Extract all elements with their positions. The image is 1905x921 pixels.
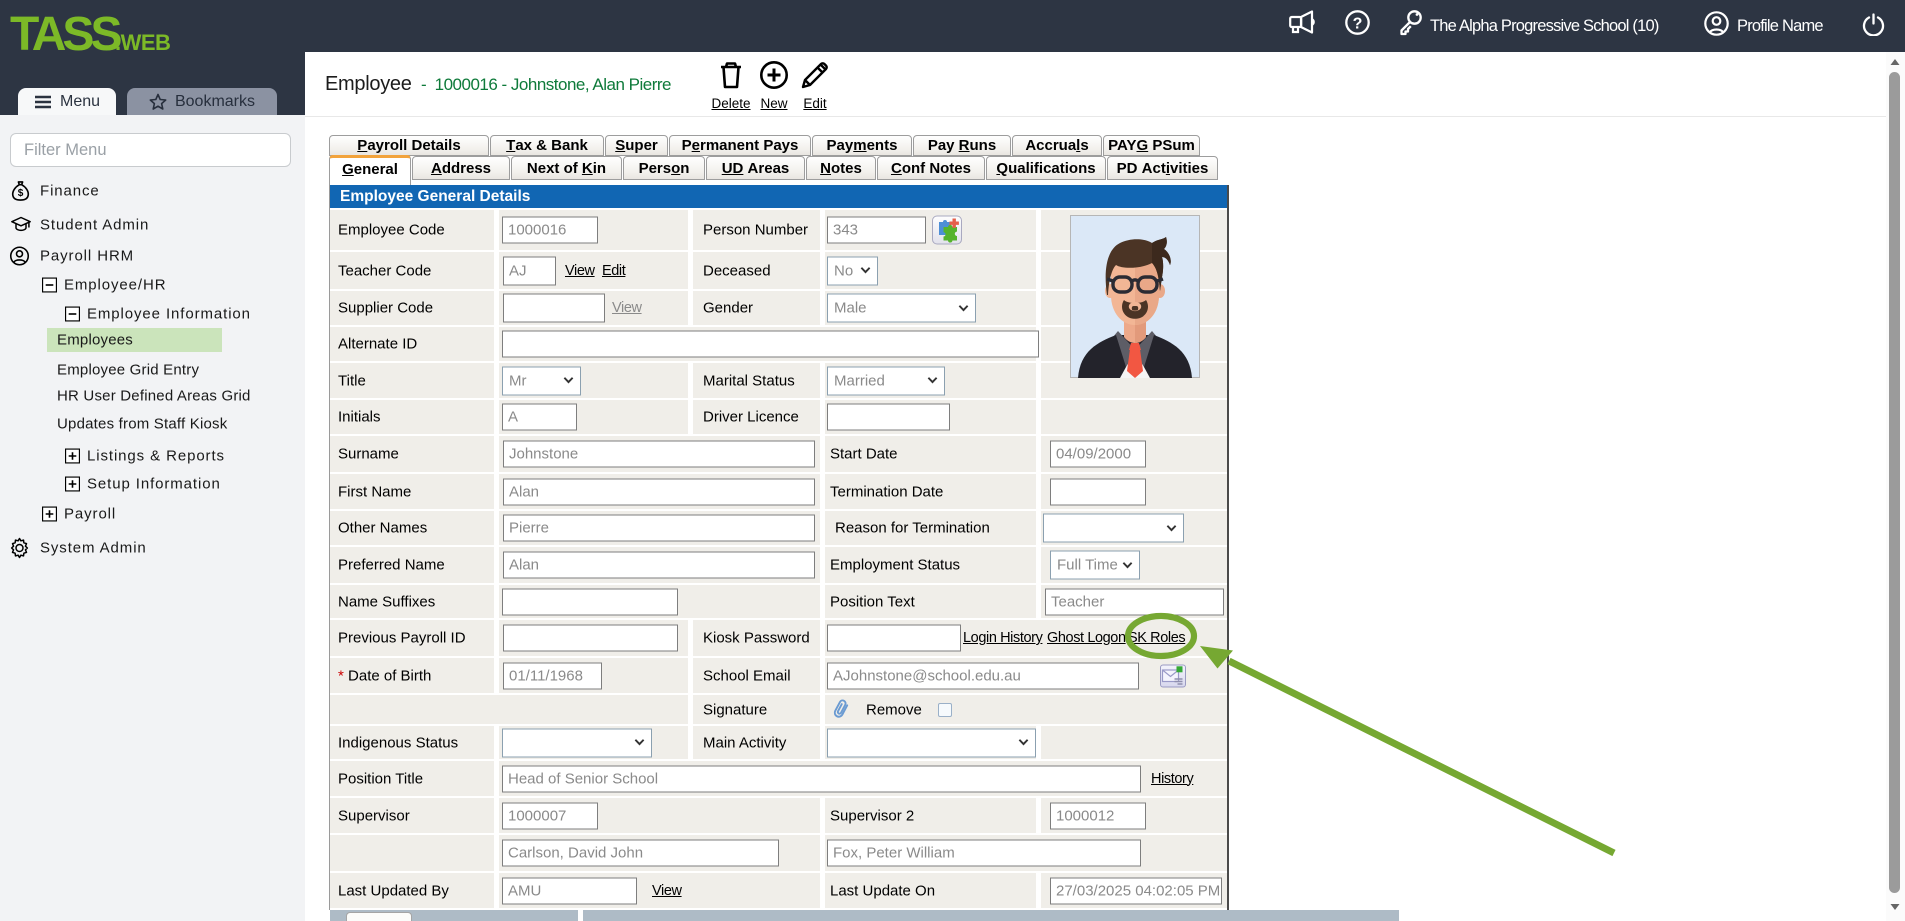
svg-text:?: ? [1353,16,1363,33]
svg-text:$: $ [18,188,24,199]
svg-text:TASS: TASS [10,12,121,56]
svg-text:.WEB: .WEB [115,30,170,55]
